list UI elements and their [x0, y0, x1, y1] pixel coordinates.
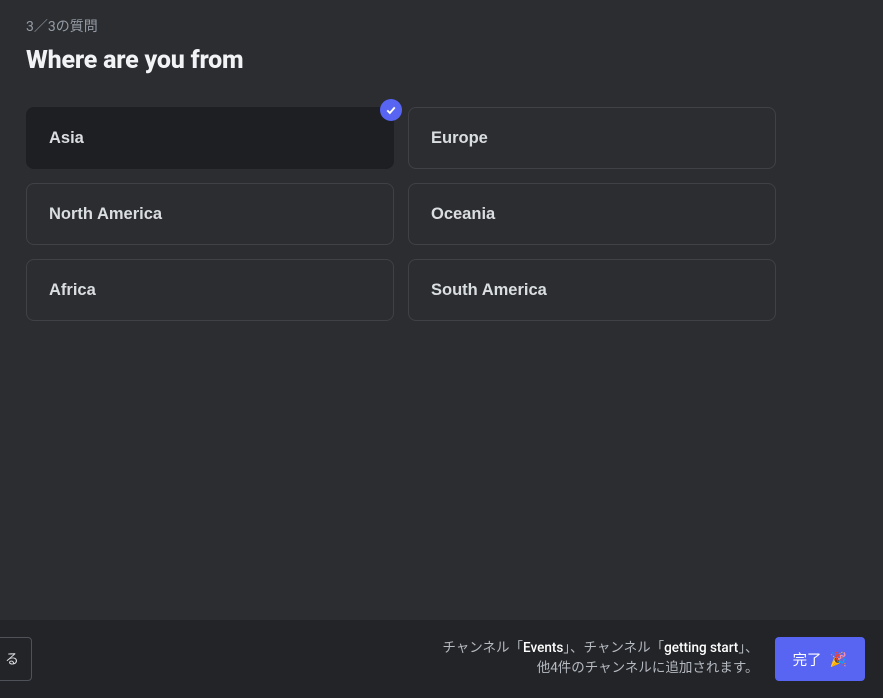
main-content: 3／3の質問 Where are you from Asia Europe No… — [0, 0, 883, 321]
option-europe[interactable]: Europe — [408, 107, 776, 169]
progress-indicator: 3／3の質問 — [26, 16, 857, 36]
option-asia[interactable]: Asia — [26, 107, 394, 169]
complete-button[interactable]: 完了 🎉 — [775, 637, 865, 681]
option-oceania[interactable]: Oceania — [408, 183, 776, 245]
options-grid: Asia Europe North America Oceania Africa… — [26, 107, 776, 321]
channel-name-2: getting start — [664, 640, 738, 656]
option-north-america[interactable]: North America — [26, 183, 394, 245]
option-label: South America — [431, 281, 547, 300]
option-label: Africa — [49, 281, 96, 300]
option-africa[interactable]: Africa — [26, 259, 394, 321]
option-label: Europe — [431, 129, 488, 148]
check-icon — [380, 99, 402, 121]
footer: る チャンネル「Events」、チャンネル「getting start」、 他4… — [0, 620, 883, 698]
complete-button-label: 完了 — [793, 649, 822, 670]
footer-info-text: チャンネル「Events」、チャンネル「getting start」、 他4件の… — [32, 639, 775, 678]
option-label: North America — [49, 205, 162, 224]
option-south-america[interactable]: South America — [408, 259, 776, 321]
question-title: Where are you from — [26, 46, 857, 75]
party-icon: 🎉 — [830, 651, 847, 668]
back-button[interactable]: る — [0, 637, 32, 681]
option-label: Asia — [49, 129, 84, 148]
channel-name-1: Events — [523, 640, 563, 656]
option-label: Oceania — [431, 205, 495, 224]
